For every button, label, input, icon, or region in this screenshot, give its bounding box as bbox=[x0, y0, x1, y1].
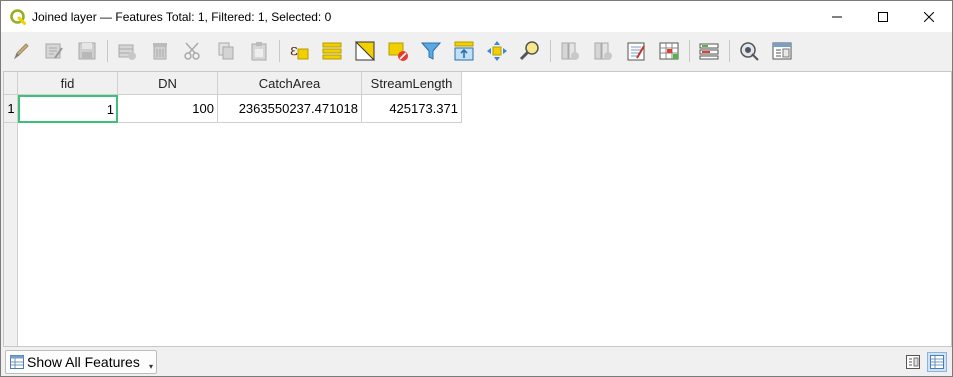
paste-button[interactable] bbox=[244, 37, 273, 66]
window-title: Joined layer — Features Total: 1, Filter… bbox=[32, 9, 332, 24]
filter-icon bbox=[420, 42, 441, 60]
multi-edit-button[interactable] bbox=[39, 37, 68, 66]
dropdown-arrow-icon: ▾ bbox=[148, 362, 153, 371]
form-view-button[interactable] bbox=[903, 352, 923, 372]
table-cell-catcharea[interactable]: 2363550237.471018 bbox=[218, 95, 362, 123]
actions-icon bbox=[739, 42, 759, 61]
new-field-button[interactable] bbox=[555, 37, 584, 66]
table-view-icon bbox=[930, 355, 944, 369]
title-bar[interactable]: Joined layer — Features Total: 1, Filter… bbox=[1, 1, 952, 32]
save-edits-button[interactable] bbox=[72, 37, 101, 66]
minimize-button[interactable] bbox=[814, 1, 860, 32]
select-all-button[interactable] bbox=[317, 37, 346, 66]
invert-selection-button[interactable] bbox=[350, 37, 379, 66]
delete-feature-button[interactable] bbox=[145, 37, 174, 66]
toolbar-separator bbox=[729, 40, 730, 62]
column-header-dn[interactable]: DN bbox=[118, 72, 218, 95]
qgis-logo-icon bbox=[10, 8, 26, 25]
svg-text:ε: ε bbox=[290, 41, 298, 59]
toolbar-separator bbox=[107, 40, 108, 62]
move-selection-to-top-icon bbox=[454, 41, 473, 61]
filter-button[interactable] bbox=[416, 37, 445, 66]
move-selection-to-top-button[interactable] bbox=[449, 37, 478, 66]
field-calculator-button[interactable] bbox=[621, 37, 650, 66]
column-header-streamlength[interactable]: StreamLength bbox=[362, 72, 462, 95]
pan-to-selected-icon bbox=[486, 41, 507, 61]
add-feature-icon bbox=[118, 44, 136, 60]
attribute-table-window: Joined layer — Features Total: 1, Filter… bbox=[0, 0, 953, 377]
copy-button[interactable] bbox=[211, 37, 240, 66]
paste-icon bbox=[251, 42, 266, 61]
delete-field-button[interactable] bbox=[588, 37, 617, 66]
dock-icon bbox=[699, 43, 718, 60]
form-view-toggle-button[interactable] bbox=[767, 37, 796, 66]
invert-selection-icon bbox=[355, 40, 375, 61]
maximize-icon bbox=[878, 11, 888, 22]
table-cell-fid[interactable]: 1 bbox=[18, 95, 118, 123]
deselect-all-button[interactable] bbox=[383, 37, 412, 66]
filter-label: Show All Features bbox=[27, 354, 140, 370]
select-by-expression-icon: ε bbox=[290, 41, 308, 60]
toolbar-separator bbox=[689, 40, 690, 62]
column-header-catcharea[interactable]: CatchArea bbox=[218, 72, 362, 95]
cut-button[interactable] bbox=[178, 37, 207, 66]
delete-field-icon bbox=[594, 42, 612, 60]
column-header-fid[interactable]: fid bbox=[18, 72, 118, 95]
multi-edit-icon bbox=[45, 43, 63, 59]
toolbar-separator bbox=[279, 40, 280, 62]
window-controls bbox=[814, 1, 952, 32]
actions-button[interactable] bbox=[734, 37, 763, 66]
pan-to-selected-button[interactable] bbox=[482, 37, 511, 66]
toggle-editing-button[interactable] bbox=[6, 37, 35, 66]
cut-icon bbox=[183, 42, 200, 60]
maximize-button[interactable] bbox=[860, 1, 906, 32]
table-icon bbox=[10, 355, 24, 369]
table-cell-dn[interactable]: 100 bbox=[118, 95, 218, 123]
table-view-button[interactable] bbox=[927, 352, 947, 372]
zoom-to-selected-icon bbox=[519, 41, 539, 61]
save-edits-icon bbox=[78, 42, 95, 60]
form-view-icon bbox=[772, 42, 791, 60]
deselect-all-icon bbox=[388, 42, 408, 61]
attribute-table[interactable]: fid DN CatchArea StreamLength 1 1 100 23… bbox=[3, 71, 952, 347]
row-header[interactable]: 1 bbox=[4, 95, 18, 123]
close-icon bbox=[924, 11, 934, 22]
delete-feature-icon bbox=[152, 43, 167, 60]
add-feature-button[interactable] bbox=[112, 37, 141, 66]
close-button[interactable] bbox=[906, 1, 952, 32]
table-cell-streamlength[interactable]: 425173.371 bbox=[362, 95, 462, 123]
select-by-expression-button[interactable]: ε bbox=[284, 37, 313, 66]
field-calculator-icon bbox=[627, 42, 645, 61]
toolbar-separator bbox=[550, 40, 551, 62]
new-field-icon bbox=[561, 42, 579, 60]
show-features-dropdown[interactable]: Show All Features ▾ bbox=[5, 350, 157, 374]
select-all-icon bbox=[322, 42, 341, 60]
attribute-toolbar: ε bbox=[1, 32, 952, 70]
form-view-icon bbox=[906, 355, 920, 369]
pencil-edit-icon bbox=[13, 43, 29, 60]
bottom-bar: Show All Features ▾ bbox=[1, 348, 952, 376]
table-corner[interactable] bbox=[4, 72, 18, 95]
minimize-icon bbox=[832, 16, 842, 17]
row-header-strip bbox=[4, 95, 18, 346]
copy-icon bbox=[218, 42, 233, 60]
zoom-to-selected-button[interactable] bbox=[515, 37, 544, 66]
conditional-formatting-icon bbox=[659, 42, 678, 60]
conditional-formatting-button[interactable] bbox=[654, 37, 683, 66]
dock-button[interactable] bbox=[694, 37, 723, 66]
